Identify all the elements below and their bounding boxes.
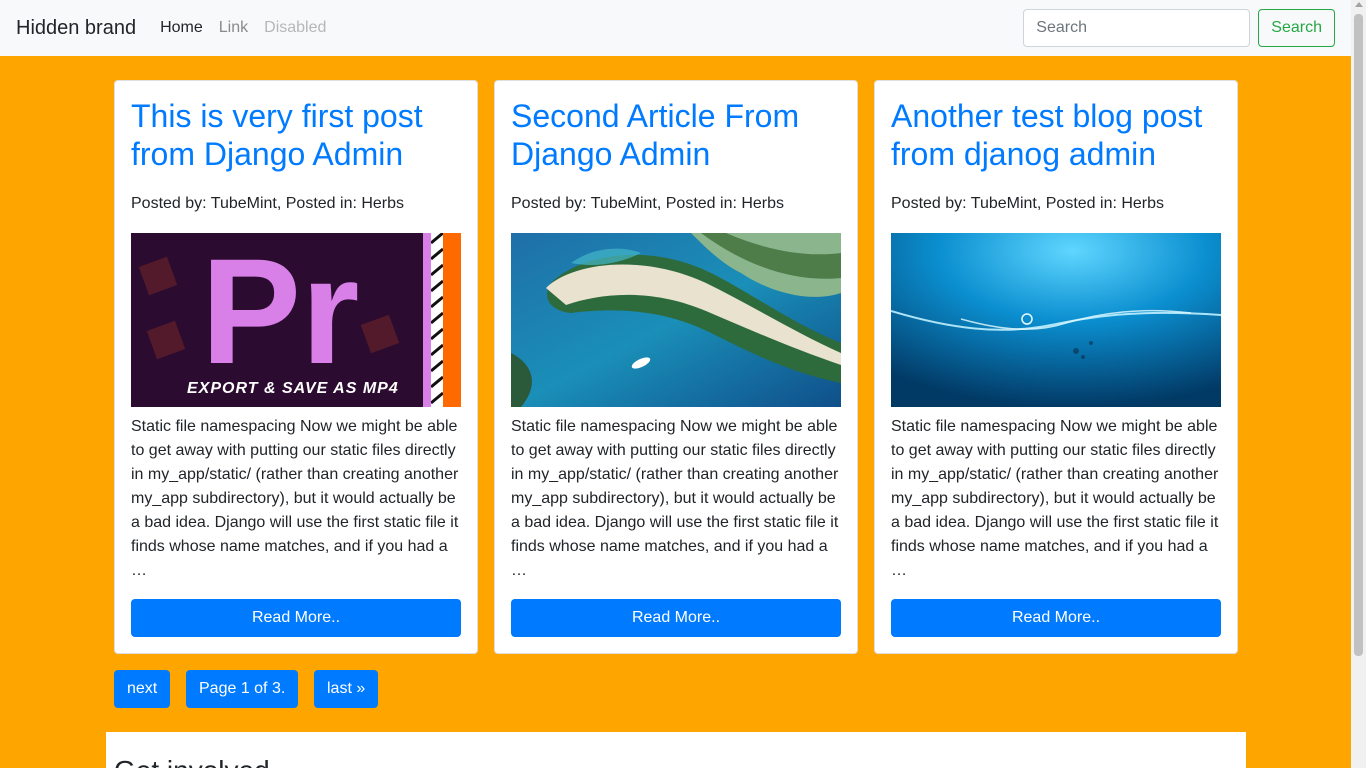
- read-more-button[interactable]: Read More..: [131, 599, 461, 637]
- get-involved-section: Get involved: [106, 732, 1246, 768]
- post-card: Another test blog post from djanog admin…: [874, 80, 1238, 654]
- post-image: [511, 233, 841, 407]
- nav-link-link[interactable]: Link: [219, 19, 248, 37]
- search-form: Search: [1023, 9, 1335, 47]
- post-image: Pr EXPORT & SAVE AS MP4: [131, 233, 461, 407]
- pagination-current: Page 1 of 3.: [186, 670, 299, 708]
- post-card: This is very first post from Django Admi…: [114, 80, 478, 654]
- scrollbar-thumb[interactable]: [1354, 14, 1363, 656]
- navbar-brand[interactable]: Hidden brand: [16, 17, 136, 40]
- post-title[interactable]: This is very first post from Django Admi…: [131, 97, 461, 173]
- post-title[interactable]: Second Article From Django Admin: [511, 97, 841, 173]
- search-button[interactable]: Search: [1258, 9, 1335, 47]
- scroll-up-arrow-icon[interactable]: [1354, 2, 1363, 7]
- post-image: [891, 233, 1221, 407]
- premiere-logo: Pr: [201, 233, 359, 395]
- post-meta: Posted by: TubeMint, Posted in: Herbs: [891, 195, 1165, 212]
- post-title[interactable]: Another test blog post from djanog admin: [891, 97, 1221, 173]
- post-card: Second Article From Django Admin Posted …: [494, 80, 858, 654]
- post-excerpt: Static file namespacing Now we might be …: [891, 418, 1219, 579]
- post-meta: Posted by: TubeMint, Posted in: Herbs: [131, 195, 405, 212]
- navbar: Hidden brand Home Link Disabled Search: [0, 0, 1351, 56]
- read-more-button[interactable]: Read More..: [891, 599, 1221, 637]
- read-more-button[interactable]: Read More..: [511, 599, 841, 637]
- post-excerpt: Static file namespacing Now we might be …: [131, 418, 459, 579]
- page-scrollbar[interactable]: [1351, 0, 1366, 768]
- pagination-last[interactable]: last »: [314, 670, 379, 708]
- section-title: Get involved: [114, 754, 270, 768]
- nav-link-disabled: Disabled: [264, 19, 327, 36]
- post-meta: Posted by: TubeMint, Posted in: Herbs: [511, 195, 785, 212]
- pagination-next[interactable]: next: [114, 670, 171, 708]
- nav-link-home[interactable]: Home: [160, 19, 203, 37]
- post-excerpt: Static file namespacing Now we might be …: [511, 418, 839, 579]
- search-input[interactable]: [1023, 9, 1251, 47]
- image-caption: EXPORT & SAVE AS MP4: [187, 380, 399, 397]
